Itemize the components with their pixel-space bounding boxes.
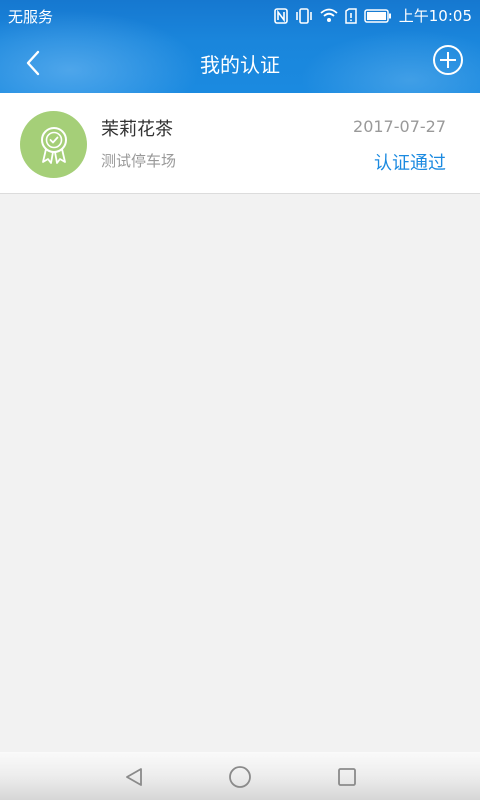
add-button[interactable] — [432, 44, 464, 76]
certification-list: 茉莉花茶 测试停车场 2017-07-27 认证通过 — [0, 93, 480, 194]
status-icons: 上午10:05 — [273, 5, 472, 26]
page-title: 我的认证 — [200, 53, 280, 77]
battery-icon — [364, 8, 392, 23]
status-time: 上午10:05 — [398, 7, 472, 25]
status-bar: 无服务 上午10:05 — [0, 0, 480, 32]
certification-item[interactable]: 茉莉花茶 测试停车场 2017-07-27 认证通过 — [0, 93, 480, 194]
nav-bar: 我的认证 — [0, 32, 480, 93]
item-subtitle: 测试停车场 — [101, 152, 177, 170]
wifi-icon — [320, 8, 338, 23]
carrier-label: 无服务 — [8, 8, 54, 26]
system-back-button[interactable] — [121, 764, 147, 790]
sim-icon — [345, 7, 357, 24]
item-date: 2017-07-27 — [353, 117, 446, 136]
vibrate-icon — [295, 7, 313, 24]
nfc-icon — [273, 7, 288, 24]
plus-circle-icon — [432, 44, 464, 76]
certificate-badge-icon — [37, 125, 71, 165]
recents-square-icon — [336, 766, 358, 788]
home-circle-icon — [228, 765, 252, 789]
status-badge: 认证通过 — [374, 153, 446, 174]
system-nav-bar — [0, 752, 480, 800]
system-recents-button[interactable] — [334, 764, 360, 790]
avatar — [20, 111, 87, 178]
item-name: 茉莉花茶 — [101, 119, 173, 140]
system-home-button[interactable] — [227, 764, 253, 790]
back-triangle-icon — [123, 766, 145, 788]
app-header: 无服务 上午10:05 我的认证 — [0, 0, 480, 93]
